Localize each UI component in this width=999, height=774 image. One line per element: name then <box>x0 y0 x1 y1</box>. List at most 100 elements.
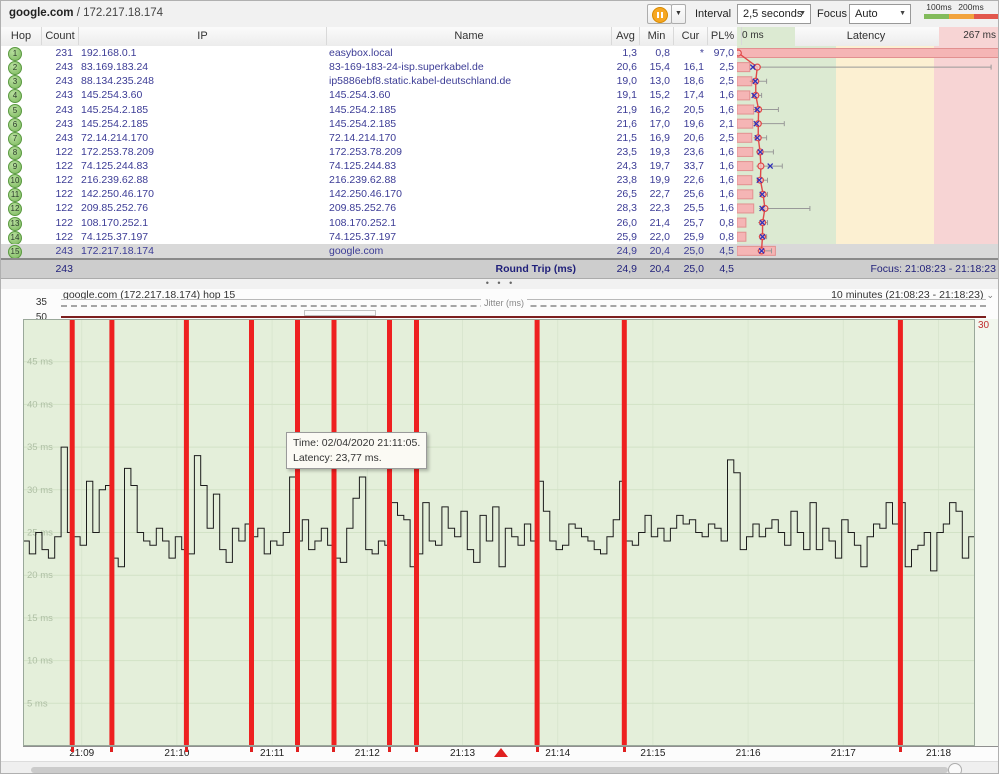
cell-ip[interactable]: 74.125.244.83 <box>81 159 148 173</box>
col-hop[interactable]: Hop <box>1 27 41 45</box>
hop-badge: 13 <box>8 216 22 231</box>
cell-count: 231 <box>55 47 73 59</box>
loss-tick <box>249 747 253 752</box>
cell-name[interactable]: 145.254.3.60 <box>329 88 390 102</box>
cell-name[interactable]: 72.14.214.170 <box>329 131 396 145</box>
latency-scale-min: 0 ms <box>741 27 781 45</box>
legend-color-segment <box>949 14 974 19</box>
scrollbar-thumb[interactable] <box>948 763 962 773</box>
cell-count: 122 <box>55 202 73 215</box>
cell-ip[interactable]: 72.14.214.170 <box>81 131 148 145</box>
col-ip[interactable]: IP <box>78 27 326 45</box>
cell-name[interactable]: 216.239.62.88 <box>329 173 396 187</box>
pingplotter-window: google.com / 172.217.18.174 ▼ Interval 2… <box>0 0 999 774</box>
grid-label: 10 ms <box>27 656 53 667</box>
time-graph-panel: google.com (172.217.18.174) hop 15 10 mi… <box>1 289 998 773</box>
cell-pl: 1,6 <box>719 188 734 201</box>
grid-label: 45 ms <box>27 357 53 368</box>
packet-loss-bar <box>414 319 419 746</box>
target-host: google.com <box>9 7 74 19</box>
cell-ip[interactable]: 172.217.18.174 <box>81 244 154 258</box>
packet-loss-bar <box>69 319 75 746</box>
cell-ip[interactable]: 108.170.252.1 <box>81 216 148 230</box>
summary-label: Round Trip (ms) <box>495 263 577 275</box>
hop-badge: 9 <box>8 160 22 175</box>
jitter-max-label: 35 <box>35 297 47 308</box>
target-title: google.com / 172.217.18.174 <box>9 7 163 19</box>
cell-pl: 1,6 <box>719 160 734 173</box>
cell-name[interactable]: 142.250.46.170 <box>329 187 402 201</box>
cell-ip[interactable]: 145.254.2.185 <box>81 103 148 117</box>
cell-count: 243 <box>55 89 73 102</box>
pause-button[interactable] <box>647 4 672 24</box>
cell-count: 122 <box>55 160 73 173</box>
cell-pl: 97,0 <box>713 47 734 59</box>
focus-select[interactable]: Auto ▼ <box>849 4 911 24</box>
target-ip: 172.217.18.174 <box>83 7 164 19</box>
packet-loss-axis-strip <box>975 319 998 746</box>
cell-name[interactable]: 145.254.2.185 <box>329 117 396 131</box>
chevron-down-icon: ▼ <box>675 10 682 17</box>
cell-ip[interactable]: 172.253.78.209 <box>81 145 154 159</box>
interval-select[interactable]: 2,5 seconds ▼ <box>737 4 811 24</box>
col-cur[interactable]: Cur <box>673 27 707 45</box>
cell-name[interactable]: 74.125.37.197 <box>329 230 396 244</box>
col-pl[interactable]: PL% <box>707 27 737 45</box>
cell-ip[interactable]: 74.125.37.197 <box>81 230 148 244</box>
cell-pl: 1,6 <box>719 202 734 215</box>
pause-dropdown-button[interactable]: ▼ <box>671 4 686 24</box>
cell-name[interactable]: 172.253.78.209 <box>329 145 402 159</box>
chevron-down-icon: ▼ <box>899 10 906 17</box>
col-count[interactable]: Count <box>41 27 78 45</box>
summary-count: 243 <box>55 263 73 275</box>
cell-name[interactable]: 145.254.2.185 <box>329 103 396 117</box>
cell-ip[interactable]: 145.254.3.60 <box>81 88 142 102</box>
cell-name[interactable]: ip5886ebf8.static.kabel-deutschland.de <box>329 74 511 88</box>
cell-count: 122 <box>55 145 73 158</box>
summary-pl: 4,5 <box>719 263 734 275</box>
view-position-marker[interactable] <box>493 748 508 757</box>
cell-ip[interactable]: 209.85.252.76 <box>81 201 148 215</box>
cell-ip[interactable]: 142.250.46.170 <box>81 187 154 201</box>
loss-tick <box>70 747 74 752</box>
summary-row: 243 Round Trip (ms) 24,9 20,4 25,0 4,5 F… <box>1 258 998 279</box>
panel-splitter[interactable]: • • • <box>1 279 998 289</box>
legend-100ms-label: 100ms <box>926 2 952 12</box>
cell-name[interactable]: 108.170.252.1 <box>329 216 396 230</box>
target-separator: / <box>73 7 84 19</box>
packet-loss-bar <box>331 319 337 746</box>
cell-name[interactable]: 74.125.244.83 <box>329 159 396 173</box>
packet-loss-bar <box>897 319 903 746</box>
cell-count: 122 <box>55 216 73 229</box>
loss-tick <box>332 747 336 752</box>
col-name[interactable]: Name <box>326 27 611 45</box>
col-avg[interactable]: Avg <box>611 27 639 45</box>
cell-count: 122 <box>55 174 73 187</box>
cell-name[interactable]: 83-169-183-24-isp.superkabel.de <box>329 60 484 74</box>
scrollbar-track-bar[interactable] <box>31 767 948 773</box>
x-tick-label: 21:13 <box>449 748 476 759</box>
packet-loss-bar <box>387 319 392 746</box>
col-latency[interactable]: Latency <box>801 27 931 45</box>
cell-name[interactable]: easybox.local <box>329 46 393 60</box>
cell-pl: 0,8 <box>719 230 734 243</box>
cell-ip[interactable]: 88.134.235.248 <box>81 74 154 88</box>
x-axis-line <box>23 746 998 747</box>
hop-badge: 7 <box>8 131 22 146</box>
interval-label: Interval <box>695 8 732 20</box>
cell-name[interactable]: google.com <box>329 244 383 258</box>
hop-badge: 15 <box>8 244 22 259</box>
cell-name[interactable]: 209.85.252.76 <box>329 201 396 215</box>
cell-pl: 2,5 <box>719 75 734 88</box>
x-tick-label: 21:11 <box>259 748 285 759</box>
cell-ip[interactable]: 216.239.62.88 <box>81 173 148 187</box>
toolbar: google.com / 172.217.18.174 ▼ Interval 2… <box>1 1 998 28</box>
loss-tick <box>622 747 626 752</box>
timeline-scrollbar[interactable] <box>1 761 998 773</box>
cell-ip[interactable]: 145.254.2.185 <box>81 117 148 131</box>
cell-ip[interactable]: 83.169.183.24 <box>81 60 148 74</box>
cell-count: 122 <box>55 188 73 201</box>
latency-time-chart[interactable]: 45 ms 40 ms 35 ms 30 ms 25 ms 20 ms 15 ms 10 ms… <box>23 319 975 746</box>
col-min[interactable]: Min <box>639 27 673 45</box>
cell-ip[interactable]: 192.168.0.1 <box>81 46 136 60</box>
